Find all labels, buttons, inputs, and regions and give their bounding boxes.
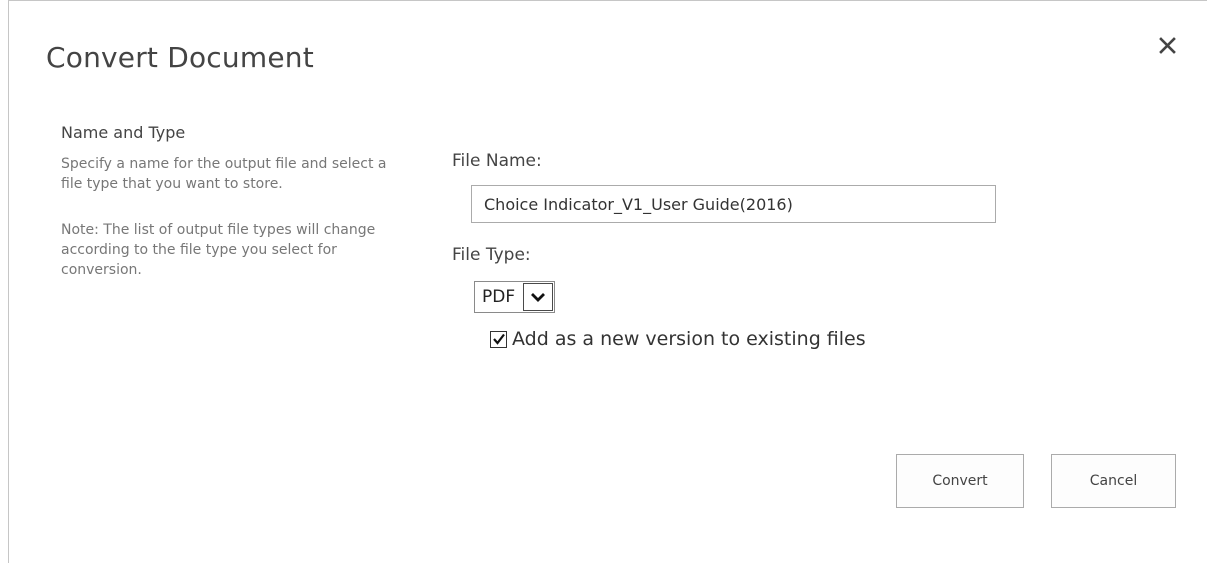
name-and-type-section: Name and Type Specify a name for the out… (61, 123, 401, 280)
add-version-checkbox[interactable] (490, 330, 507, 348)
close-icon (1159, 37, 1176, 54)
file-type-label: File Type: (452, 245, 531, 265)
add-version-label: Add as a new version to existing files (512, 328, 866, 350)
close-button[interactable] (1157, 35, 1183, 61)
file-name-input[interactable] (471, 185, 996, 223)
chevron-down-icon (531, 293, 546, 302)
section-description: Specify a name for the output file and s… (61, 156, 387, 192)
file-name-label: File Name: (452, 151, 542, 171)
section-note: Note: The list of output file types will… (61, 222, 376, 278)
section-heading: Name and Type (61, 123, 186, 142)
select-arrow[interactable] (523, 283, 554, 311)
add-version-checkbox-row[interactable]: Add as a new version to existing files (490, 328, 866, 350)
file-type-select[interactable]: PDF (474, 281, 556, 313)
dialog-title: Convert Document (46, 41, 314, 74)
cancel-button[interactable]: Cancel (1051, 454, 1176, 508)
file-type-selected-value: PDF (482, 287, 516, 307)
convert-button[interactable]: Convert (896, 454, 1024, 508)
convert-document-dialog: Convert Document Name and Type Specify a… (8, 0, 1207, 563)
checkmark-icon (492, 333, 505, 345)
